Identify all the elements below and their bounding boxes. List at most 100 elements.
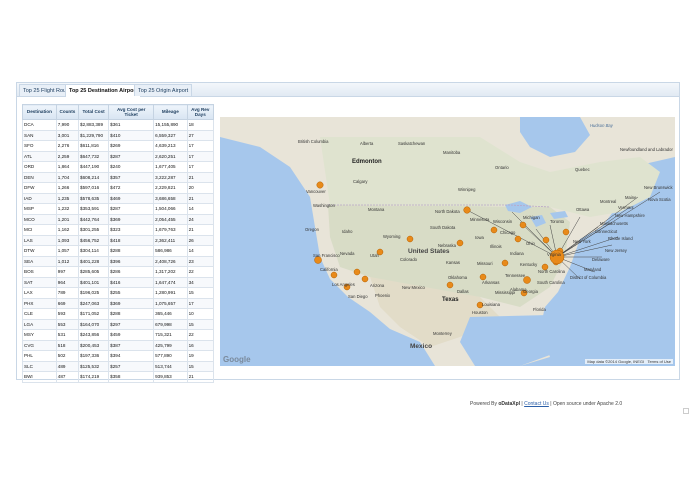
table-row[interactable]: DEN 1,704 $608,214 $357 3,222,287 21 [22, 171, 215, 183]
table-cell: 3,001 [55, 129, 80, 141]
table-row[interactable]: ATL 2,259 $647,732 $287 2,620,251 17 [22, 150, 215, 162]
map-label: Newfoundland and Labrador [620, 147, 673, 152]
table-cell: $174,219 [78, 371, 110, 383]
contact-us-link[interactable]: Contact Us [524, 401, 549, 407]
table-row[interactable]: LAS 1,093 $456,752 $418 2,362,411 26 [22, 234, 215, 246]
table-cell: 27 [186, 129, 215, 141]
map-label: New Jersey [605, 248, 627, 253]
table-row[interactable]: ORD 1,864 $447,190 $240 1,677,405 17 [22, 161, 215, 173]
table-row[interactable]: SEA 1,012 $401,228 $396 2,408,726 23 [22, 255, 215, 267]
destination-table: Destination Counts Total Cost Avg Cost p… [22, 104, 215, 383]
table-cell: 20 [186, 182, 215, 194]
table-cell: 15 [186, 318, 215, 330]
table-row[interactable]: MSY 531 $243,856 $459 715,321 22 [22, 329, 215, 341]
map-label: Maine [625, 195, 637, 200]
map-label: North Carolina [538, 269, 565, 274]
column-header[interactable]: Destination [22, 104, 57, 120]
table-cell: 21 [186, 192, 215, 204]
table-row[interactable]: MCO 1,201 $442,764 $369 2,054,455 24 [22, 213, 215, 225]
table-row[interactable]: LAX 789 $196,025 $255 1,280,991 15 [22, 287, 215, 299]
table-cell: 6,559,327 [153, 129, 188, 141]
map-label: Mexico [410, 343, 433, 350]
column-header[interactable]: Avg Cost per Ticket [108, 104, 155, 120]
table-cell: 15 [186, 360, 215, 372]
page-corner-icon [683, 408, 689, 414]
flight-map[interactable]: Hudson Bay British Columbia Alberta Sask… [220, 117, 675, 366]
map-label: Vancouver [306, 189, 326, 194]
table-cell: 2,362,411 [153, 234, 188, 246]
table-cell: $269 [108, 140, 155, 152]
table-row[interactable]: PHL 502 $197,336 $394 577,890 19 [22, 350, 215, 362]
column-header[interactable]: Counts [55, 104, 80, 120]
table-cell: 553 [55, 318, 80, 330]
table-row[interactable]: SFO 2,276 $611,816 $269 4,639,213 17 [22, 140, 215, 152]
table-row[interactable]: SAT 964 $401,101 $416 1,647,474 34 [22, 276, 215, 288]
table-cell: 1,679,763 [153, 224, 188, 236]
map-label: Hudson Bay [590, 123, 613, 128]
tab-top25-destination-airport[interactable]: Top 25 Destination Airport [65, 84, 142, 97]
table-cell: 7,990 [55, 119, 80, 131]
table-cell: 1,647,474 [153, 276, 188, 288]
table-cell: 1,317,202 [153, 266, 188, 278]
map-label: Iowa [475, 235, 484, 240]
table-row[interactable]: CVG 518 $200,453 $387 425,799 16 [22, 339, 215, 351]
table-row[interactable]: BOS 997 $285,605 $286 1,317,202 22 [22, 266, 215, 278]
table-cell: 513,744 [153, 360, 188, 372]
table-cell: 593 [55, 308, 80, 320]
table-cell: 1,075,657 [153, 297, 188, 309]
table-cell: 18 [186, 119, 215, 131]
table-cell: 2,054,455 [153, 213, 188, 225]
table-row[interactable]: PHX 669 $247,063 $369 1,075,657 17 [22, 297, 215, 309]
table-row[interactable]: SAN 3,001 $1,229,790 $410 6,559,327 27 [22, 129, 215, 141]
table-cell: 26 [186, 234, 215, 246]
table-cell: 2,620,251 [153, 150, 188, 162]
table-cell: 3,222,287 [153, 171, 188, 183]
map-label: Maryland [584, 267, 602, 272]
table-cell: 10 [186, 308, 215, 320]
table-cell: BWI [22, 371, 57, 383]
table-row[interactable]: MSP 1,232 $353,591 $287 1,504,066 14 [22, 203, 215, 215]
table-cell: $361 [108, 119, 155, 131]
table-cell: CVG [22, 339, 57, 351]
table-cell: $2,883,389 [78, 119, 110, 131]
table-row[interactable]: DFW 1,266 $597,016 $472 2,229,821 20 [22, 182, 215, 194]
table-row[interactable]: DTW 1,057 $304,114 $288 586,986 14 [22, 245, 215, 257]
table-cell: $171,052 [78, 308, 110, 320]
map-terms-link[interactable]: Terms of Use [647, 359, 671, 364]
table-cell: PHL [22, 350, 57, 362]
table-row[interactable]: CLE 593 $171,052 $288 365,446 10 [22, 308, 215, 320]
table-cell: 715,321 [153, 329, 188, 341]
table-cell: $456,752 [78, 234, 110, 246]
table-cell: $394 [108, 350, 155, 362]
map-label: Idaho [342, 229, 353, 234]
map-label: United States [408, 248, 450, 255]
table-cell: $401,101 [78, 276, 110, 288]
map-label: Los Angeles [332, 282, 355, 287]
page-footer: Powered By oDataXpl | Contact Us | Open … [470, 401, 622, 407]
tab-top25-origin-airport[interactable]: Top 25 Origin Airport [134, 84, 193, 96]
table-cell: $357 [108, 171, 155, 183]
map-label: Kentucky [520, 262, 538, 267]
column-header[interactable]: Mileage [153, 104, 188, 120]
table-cell: 1,201 [55, 213, 80, 225]
table-row[interactable]: BWI 487 $174,219 $358 939,853 21 [22, 371, 215, 383]
column-header[interactable]: Avg Rev Days [186, 104, 215, 120]
table-cell: $285,605 [78, 266, 110, 278]
map-label: Vermont [618, 205, 634, 210]
table-row[interactable]: IAD 1,235 $578,635 $469 3,686,658 21 [22, 192, 215, 204]
table-row[interactable]: MCI 1,162 $301,255 $323 1,679,763 21 [22, 224, 215, 236]
table-row[interactable]: SLC 489 $125,532 $257 513,744 15 [22, 360, 215, 372]
table-cell: SEA [22, 255, 57, 267]
table-cell: 1,704 [55, 171, 80, 183]
table-cell: ORD [22, 161, 57, 173]
column-header[interactable]: Total Cost [78, 104, 110, 120]
map-attribution-text: Map data ©2014 Google, INEGI [587, 359, 645, 364]
table-row[interactable]: LGA 553 $164,070 $297 679,998 15 [22, 318, 215, 330]
map-label: Arkansas [482, 280, 500, 285]
table-cell: $442,764 [78, 213, 110, 225]
table-cell: $196,025 [78, 287, 110, 299]
map-label: Michigan [523, 215, 540, 220]
table-row[interactable]: DCA 7,990 $2,883,389 $361 15,155,890 18 [22, 119, 215, 131]
map-label: Chicago [500, 230, 516, 235]
map-label: Wyoming [383, 234, 401, 239]
